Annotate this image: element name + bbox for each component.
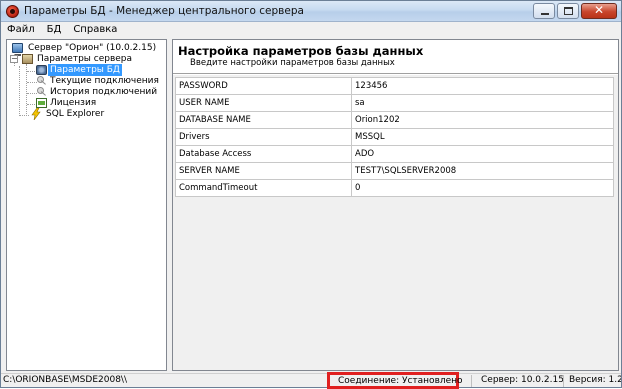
status-separator <box>471 375 472 387</box>
menu-file[interactable]: Файл <box>1 22 41 38</box>
param-row-database-access[interactable]: Database Access ADO <box>175 146 614 163</box>
param-name: USER NAME <box>175 95 352 111</box>
minimize-button[interactable] <box>533 3 555 19</box>
param-value[interactable]: 0 <box>352 180 614 196</box>
close-button[interactable]: ✕ <box>581 3 617 19</box>
param-row-command-timeout[interactable]: CommandTimeout 0 <box>175 180 614 197</box>
params-grid: PASSWORD 123456 USER NAME sa DATABASE NA… <box>175 77 614 197</box>
param-value[interactable]: Orion1202 <box>352 112 614 128</box>
history-icon <box>37 87 47 97</box>
database-settings-icon <box>36 65 47 75</box>
collapse-icon[interactable]: − <box>10 55 18 63</box>
param-row-password[interactable]: PASSWORD 123456 <box>175 78 614 95</box>
param-name: PASSWORD <box>175 78 352 94</box>
status-server: Сервер: 10.0.2.15 <box>481 375 564 385</box>
param-row-database-name[interactable]: DATABASE NAME Orion1202 <box>175 112 614 129</box>
params-grid-area: PASSWORD 123456 USER NAME sa DATABASE NA… <box>173 75 618 370</box>
status-connection: Соединение: Установлено <box>338 376 463 386</box>
param-name: CommandTimeout <box>175 180 352 196</box>
param-value[interactable]: TEST7\SQLSERVER2008 <box>352 163 614 179</box>
param-name: Database Access <box>175 146 352 162</box>
page-title: Настройка параметров базы данных <box>178 44 424 58</box>
title-bar[interactable]: Параметры БД - Менеджер центрального сер… <box>1 1 621 22</box>
caption-buttons: ✕ <box>533 3 617 19</box>
param-row-server-name[interactable]: SERVER NAME TEST7\SQLSERVER2008 <box>175 163 614 180</box>
connection-highlight-box: Соединение: Установлено <box>327 372 463 389</box>
menu-help[interactable]: Справка <box>67 22 123 38</box>
server-icon <box>12 43 23 56</box>
param-value[interactable]: 123456 <box>352 78 614 94</box>
app-window: Параметры БД - Менеджер центрального сер… <box>0 0 622 389</box>
app-icon <box>6 5 19 18</box>
minimize-icon <box>541 13 549 15</box>
settings-folder-icon <box>22 54 33 64</box>
license-icon <box>36 98 47 108</box>
menu-db[interactable]: БД <box>41 22 68 38</box>
navigation-tree[interactable]: Сервер "Орион" (10.0.2.15) − Параметры с… <box>6 39 167 371</box>
menu-bar: Файл БД Справка <box>1 22 621 38</box>
status-bar: C:\ORIONBASE\MSDE2008\\ Соединение: Уста… <box>1 372 621 389</box>
maximize-icon <box>564 7 573 15</box>
param-value[interactable]: sa <box>352 95 614 111</box>
tree-item-sql-explorer[interactable]: SQL Explorer <box>9 108 165 120</box>
page-subtitle: Введите настройки параметров базы данных <box>190 58 395 68</box>
param-value[interactable]: MSSQL <box>352 129 614 145</box>
param-row-drivers[interactable]: Drivers MSSQL <box>175 129 614 146</box>
header-panel: Настройка параметров базы данных Введите… <box>173 40 618 72</box>
param-value[interactable]: ADO <box>352 146 614 162</box>
content-pane: Настройка параметров базы данных Введите… <box>172 39 619 371</box>
param-row-user-name[interactable]: USER NAME sa <box>175 95 614 112</box>
lightning-icon <box>31 108 41 120</box>
param-name: DATABASE NAME <box>175 112 352 128</box>
tree-item-label: SQL Explorer <box>46 109 105 119</box>
status-separator <box>563 375 564 387</box>
close-icon: ✕ <box>593 3 605 17</box>
window-title: Параметры БД - Менеджер центрального сер… <box>24 5 304 17</box>
status-version: Версия: 1.20 <box>569 375 621 385</box>
connections-icon <box>37 76 47 86</box>
param-name: SERVER NAME <box>175 163 352 179</box>
maximize-button[interactable] <box>557 3 579 19</box>
status-database-path: C:\ORIONBASE\MSDE2008\\ <box>3 375 127 385</box>
param-name: Drivers <box>175 129 352 145</box>
